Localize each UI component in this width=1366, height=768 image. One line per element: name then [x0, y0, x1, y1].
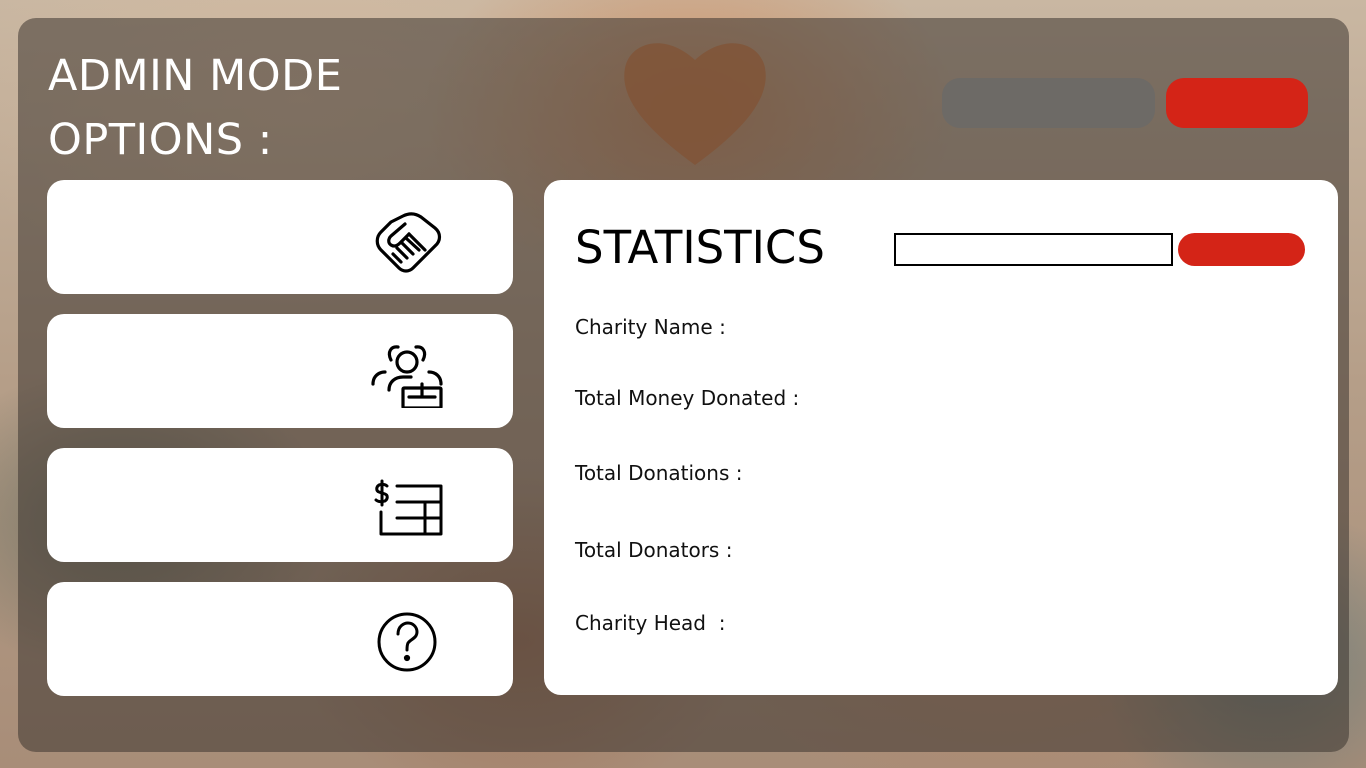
stat-charity-name: Charity Name : — [575, 313, 734, 341]
red-header-button[interactable] — [1166, 78, 1308, 128]
stat-total-money-donated: Total Money Donated : — [575, 384, 807, 412]
search-button[interactable] — [1178, 233, 1305, 266]
statistics-panel: STATISTICS Charity Name : Total Money Do… — [544, 180, 1338, 695]
nav-card-help[interactable] — [47, 582, 513, 696]
stat-label: Charity Head : — [575, 611, 726, 635]
question-icon — [369, 612, 445, 676]
stat-charity-head: Charity Head : — [575, 609, 733, 637]
charity-search-input[interactable] — [894, 233, 1173, 266]
stat-label: Charity Name : — [575, 315, 726, 339]
stat-label: Total Donations : — [575, 461, 743, 485]
nav-card-charities[interactable] — [47, 180, 513, 294]
stat-total-donations: Total Donations : — [575, 459, 750, 487]
nav-card-charity-heads[interactable] — [47, 314, 513, 428]
nav-card-donations[interactable] — [47, 448, 513, 562]
dollar-table-icon — [369, 478, 445, 542]
page-title: ADMIN MODE OPTIONS : — [48, 51, 343, 165]
charity-users-icon — [369, 344, 445, 408]
grey-header-button[interactable] — [942, 78, 1155, 128]
stat-total-donators: Total Donators : — [575, 536, 740, 564]
stat-label: Total Money Donated : — [575, 386, 800, 410]
stat-label: Total Donators : — [575, 538, 733, 562]
statistics-title: STATISTICS — [575, 221, 825, 274]
handshake-icon — [369, 210, 445, 274]
